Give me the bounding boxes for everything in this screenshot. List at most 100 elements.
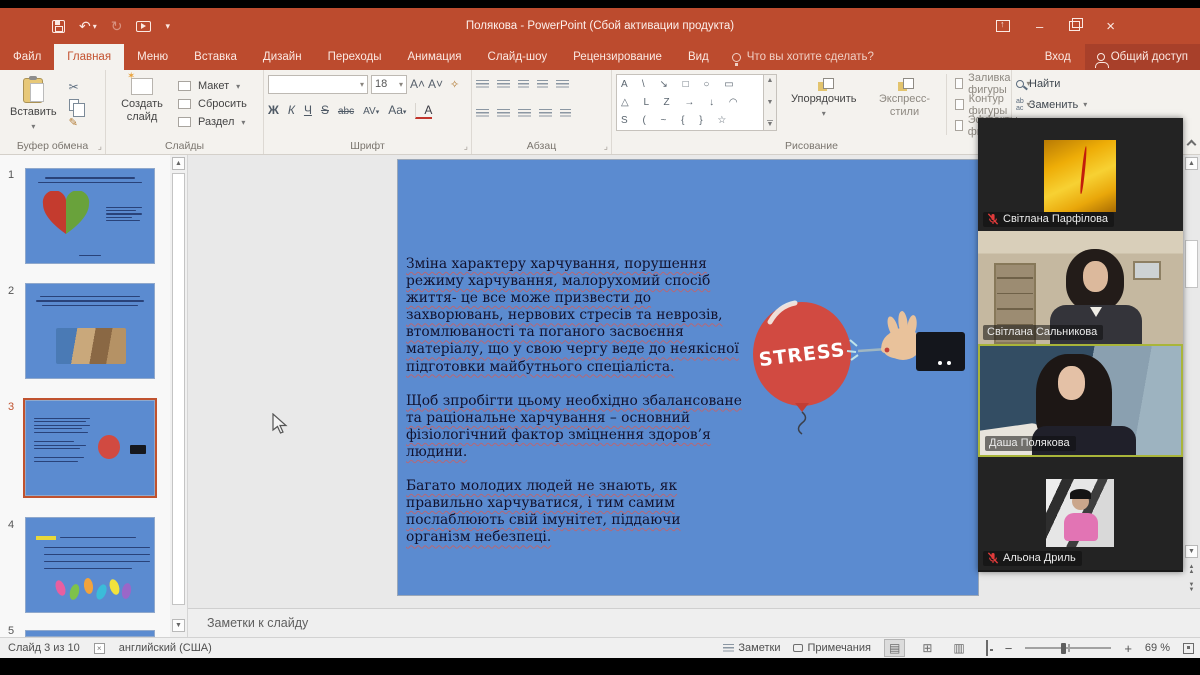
format-painter-button[interactable]: ✎ [69, 116, 79, 129]
restore-button[interactable] [1069, 21, 1080, 31]
shapes-scroll-up-icon[interactable]: ▲ [767, 77, 774, 84]
shapes-gallery-scrollbar[interactable]: ▲ ▼ ▼ [764, 74, 777, 131]
slide-thumbnail-5-partial[interactable] [25, 630, 155, 637]
zoom-in-button[interactable]: + [1124, 641, 1132, 656]
columns-button[interactable] [560, 109, 571, 118]
font-dialog-launcher[interactable]: ⌟ [464, 141, 468, 152]
normal-view-button[interactable]: ▤ [884, 639, 905, 657]
clipboard-dialog-launcher[interactable]: ⌟ [98, 141, 102, 152]
thumb-scroll-up-button[interactable]: ▲ [172, 157, 185, 170]
strikethrough-button[interactable]: S [321, 103, 329, 117]
ribbon-display-options-icon[interactable] [996, 20, 1010, 32]
quick-styles-button[interactable]: Экспресс-стили [870, 74, 938, 122]
slide-thumbnail-2[interactable] [25, 283, 155, 379]
thumb-scrollbar-thumb[interactable] [172, 173, 185, 605]
tab-animations[interactable]: Анимация [395, 44, 475, 70]
replace-button[interactable]: abacЗаменить▾ [1016, 95, 1138, 114]
previous-slide-button[interactable]: ▲▲ [1185, 565, 1198, 578]
justify-button[interactable] [539, 109, 552, 118]
tab-menu[interactable]: Меню [124, 44, 181, 70]
slide-canvas[interactable]: Зміна характеру харчування, порушення ре… [398, 160, 978, 595]
shrink-font-button[interactable]: A˅ [428, 77, 443, 91]
participant-tile-1[interactable]: Світлана Парфілова [978, 118, 1183, 231]
shapes-gallery[interactable]: A \ ↘ □ ○ ▭ △ L Z → ↓ ◠ S ( ~ { } ☆ ▲ ▼ … [616, 74, 777, 131]
language-indicator[interactable]: английский (США) [119, 642, 212, 654]
tab-insert[interactable]: Вставка [181, 44, 250, 70]
zoom-level[interactable]: 69 % [1145, 642, 1170, 654]
shapes-scroll-down-icon[interactable]: ▼ [767, 99, 774, 106]
copy-button[interactable] [69, 99, 79, 111]
slideshow-view-button[interactable] [982, 640, 992, 656]
subscript-button[interactable]: abc [338, 106, 354, 117]
reset-button[interactable]: Сбросить [178, 97, 247, 111]
zoom-out-button[interactable]: − [1005, 641, 1013, 656]
paste-button[interactable]: Вставить ▾ [4, 74, 63, 135]
align-left-button[interactable] [476, 109, 489, 118]
next-slide-button[interactable]: ▼▼ [1185, 583, 1198, 596]
slide-thumbnail-3-selected[interactable] [25, 400, 155, 496]
tell-me-box[interactable]: Что вы хотите сделать? [722, 44, 884, 70]
change-case-button[interactable]: Aa▾ [388, 103, 406, 117]
tab-review[interactable]: Рецензирование [560, 44, 675, 70]
tab-view[interactable]: Вид [675, 44, 722, 70]
clear-formatting-button[interactable]: ✧ [450, 78, 459, 91]
participant-tile-3-active-speaker[interactable]: Даша Полякова [978, 344, 1183, 457]
font-name-combobox[interactable]: ▾ [268, 75, 368, 94]
layout-button[interactable]: Макет▾ [178, 79, 247, 93]
slide-thumbnail-1[interactable] [25, 168, 155, 264]
doc-scroll-up-button[interactable]: ▲ [1185, 157, 1198, 170]
reading-view-button[interactable]: ▥ [949, 640, 968, 656]
tab-home[interactable]: Главная [54, 44, 124, 70]
participant-tile-2[interactable]: Світлана Сальникова [978, 231, 1183, 344]
comments-toggle-button[interactable]: Примечания [793, 642, 871, 654]
stress-balloon-image[interactable]: STRESS [750, 290, 965, 435]
bold-button[interactable]: Ж [268, 103, 279, 117]
thumb-scroll-down-button[interactable]: ▼ [172, 619, 185, 632]
minimize-button[interactable]: – [1036, 19, 1043, 34]
video-call-panel[interactable]: Світлана Парфілова Світлана Сальникова [978, 118, 1183, 572]
align-right-button[interactable] [518, 109, 531, 118]
notes-toggle-button[interactable]: Заметки [723, 642, 780, 654]
italic-button[interactable]: К [288, 103, 295, 117]
tab-slideshow[interactable]: Слайд-шоу [475, 44, 561, 70]
slide-sorter-view-button[interactable]: ⊞ [918, 640, 936, 656]
tab-design[interactable]: Дизайн [250, 44, 315, 70]
find-button[interactable]: Найти [1016, 74, 1138, 93]
grow-font-button[interactable]: A˄ [410, 77, 425, 91]
participant-tile-4[interactable]: Альона Дриль [978, 457, 1183, 570]
close-button[interactable]: × [1106, 18, 1115, 35]
underline-button[interactable]: Ч [304, 103, 312, 117]
sign-in-button[interactable]: Вход [1031, 44, 1085, 70]
document-scrollbar[interactable]: ▲ ▼ ▲▲ ▼▼ [1184, 155, 1200, 608]
decrease-indent-button[interactable] [518, 80, 529, 89]
section-button[interactable]: Раздел▾ [178, 115, 247, 129]
slide-paragraph-2: Щоб зпробігти цьому необхідно збалансова… [406, 393, 748, 461]
spellcheck-icon[interactable]: × [94, 643, 105, 654]
thumbnail-panel-scrollbar[interactable]: ▲ ▼ [170, 155, 187, 637]
zoom-slider-thumb[interactable] [1061, 643, 1066, 654]
tab-file[interactable]: Файл [0, 44, 54, 70]
doc-scrollbar-thumb[interactable] [1185, 240, 1198, 288]
paragraph-dialog-launcher[interactable]: ⌟ [604, 141, 608, 152]
cut-button[interactable]: ✂ [69, 80, 79, 94]
arrange-button[interactable]: Упорядочить ▾ [785, 74, 862, 122]
bullets-button[interactable] [476, 80, 489, 89]
line-spacing-button[interactable] [556, 80, 569, 89]
shapes-grid[interactable]: A \ ↘ □ ○ ▭ △ L Z → ↓ ◠ S ( ~ { } ☆ [616, 74, 764, 131]
tab-transitions[interactable]: Переходы [315, 44, 395, 70]
slide-text-block[interactable]: Зміна характеру харчування, порушення ре… [406, 256, 748, 563]
font-size-combobox[interactable]: 18▾ [371, 75, 407, 94]
new-slide-button[interactable]: Создать слайд [110, 74, 174, 129]
slide-thumbnail-4[interactable] [25, 517, 155, 613]
zoom-slider[interactable] [1025, 647, 1111, 649]
fit-to-window-icon[interactable] [1183, 643, 1194, 654]
shapes-more-icon[interactable]: ▼ [767, 120, 774, 128]
notes-pane[interactable]: Заметки к слайду [188, 608, 1200, 637]
increase-indent-button[interactable] [537, 80, 548, 89]
character-spacing-button[interactable]: AV▾ [363, 106, 379, 117]
share-button[interactable]: Общий доступ [1085, 44, 1200, 70]
font-color-button[interactable]: А [415, 103, 432, 119]
align-center-button[interactable] [497, 109, 510, 118]
doc-scroll-down-button[interactable]: ▼ [1185, 545, 1198, 558]
numbering-button[interactable] [497, 80, 510, 89]
